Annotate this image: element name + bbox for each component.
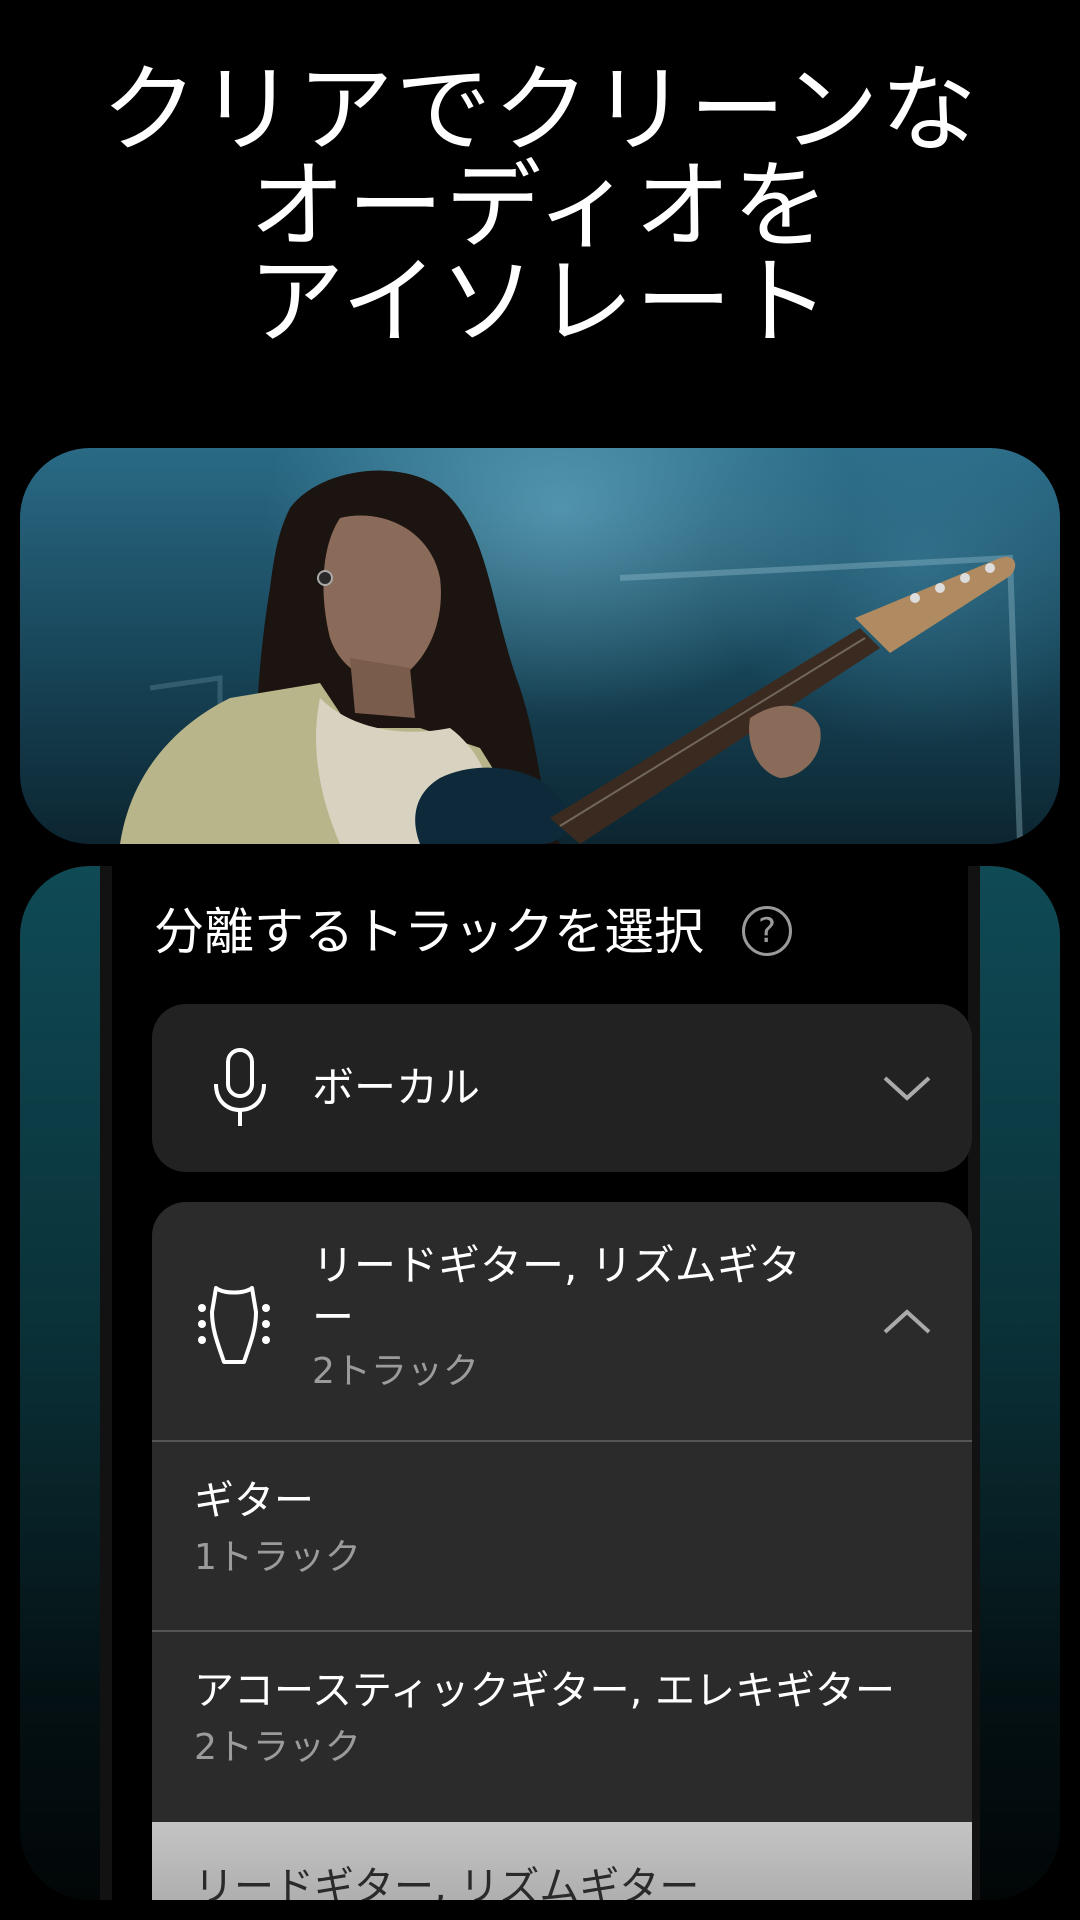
track-card-guitar[interactable]: リードギター, リズムギタ ー 2トラック ギター 1トラック アコースティック… (152, 1202, 972, 1900)
help-icon[interactable]: ? (742, 906, 792, 956)
option-lead-rhythm-label: リードギター, リズムギター (194, 1864, 700, 1900)
option-lead-rhythm-selected[interactable]: リードギター, リズムギター (152, 1822, 972, 1900)
headline: クリアでクリーンな オーディオを アイソレート (0, 62, 1080, 350)
vocals-label: ボーカル (312, 1063, 481, 1112)
chevron-down-icon[interactable] (882, 1074, 932, 1102)
divider (152, 1440, 972, 1442)
headline-line-2: オーディオを (249, 150, 831, 262)
guitar-headstock-icon (198, 1286, 270, 1364)
option-acoustic-electric-label[interactable]: アコースティックギター, エレキギター (194, 1666, 895, 1716)
option-acoustic-electric-count: 2トラック (194, 1727, 361, 1768)
microphone-icon (214, 1048, 266, 1126)
hero-photo (20, 448, 1060, 844)
option-guitar-count: 1トラック (194, 1537, 361, 1578)
phone-mockup-frame: 分離するトラックを選択 ? ボーカル リードギター, リズムギタ ー 2トラック… (20, 866, 1060, 1900)
divider (152, 1630, 972, 1632)
chevron-up-icon[interactable] (882, 1308, 932, 1336)
guitar-label-line-2: ー (312, 1293, 355, 1342)
option-guitar-label[interactable]: ギター (194, 1476, 314, 1526)
guitar-track-count: 2トラック (312, 1351, 479, 1392)
headline-line-3: アイソレート (248, 246, 832, 358)
track-card-vocals[interactable]: ボーカル (152, 1004, 972, 1172)
phone-screen: 分離するトラックを選択 ? ボーカル リードギター, リズムギタ ー 2トラック… (100, 866, 980, 1900)
panel-title: 分離するトラックを選択 (154, 903, 704, 961)
headline-line-1: クリアでクリーンな (101, 54, 979, 166)
guitarist-illustration (120, 470, 1023, 844)
guitar-label-line-1: リードギター, リズムギタ (312, 1241, 801, 1290)
